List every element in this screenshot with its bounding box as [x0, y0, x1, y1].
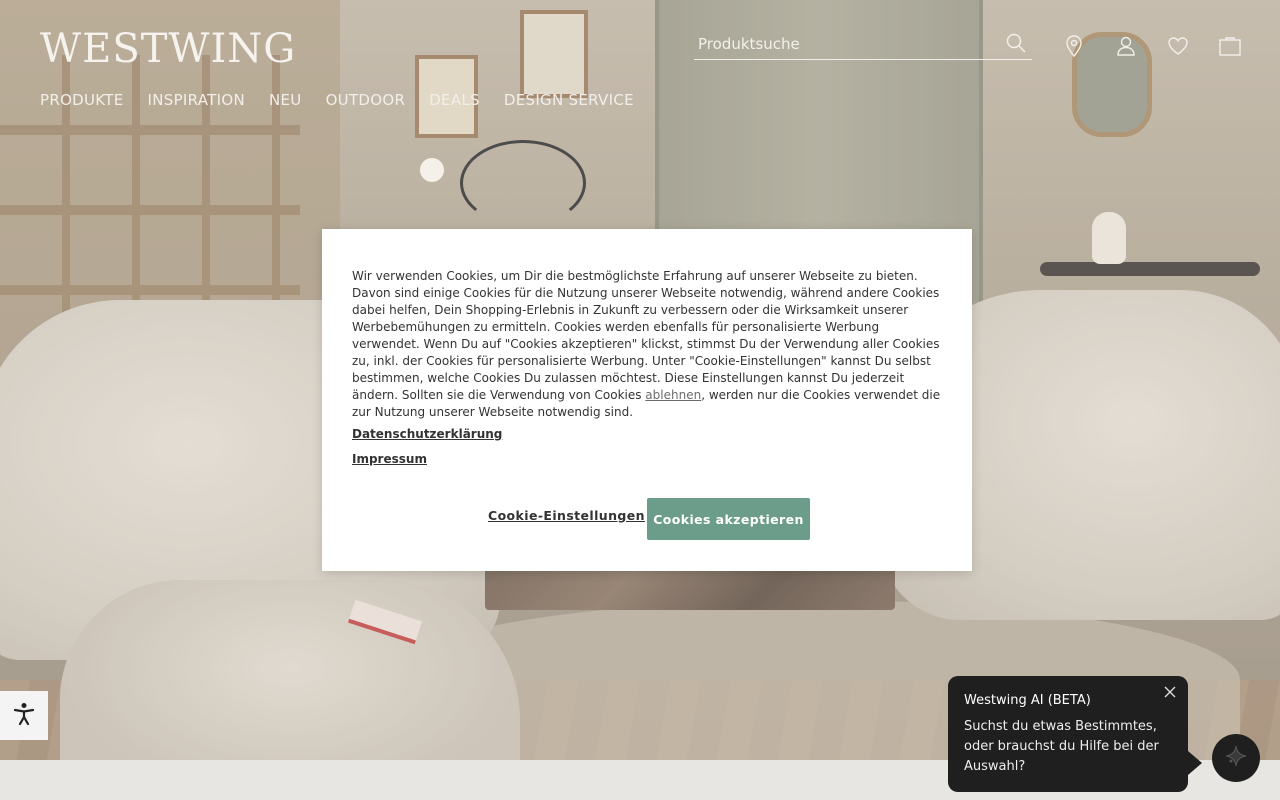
nav-item-outdoor[interactable]: OUTDOOR — [326, 90, 406, 110]
location-icon[interactable] — [1062, 34, 1086, 58]
heart-icon[interactable] — [1166, 34, 1190, 58]
search-input[interactable] — [696, 32, 990, 56]
cookie-text-part-1: Wir verwenden Cookies, um Dir die bestmö… — [352, 269, 940, 402]
nav-item-design-service[interactable]: DESIGN SERVICE — [504, 90, 634, 110]
ai-assistant-title: Westwing AI (BETA) — [964, 693, 1091, 708]
privacy-policy-link[interactable]: Datenschutzerklärung — [352, 427, 502, 441]
ai-assistant-button[interactable] — [1212, 734, 1260, 782]
nav-item-produkte[interactable]: PRODUKTE — [40, 90, 124, 110]
search-icon[interactable] — [1006, 33, 1026, 57]
nav-item-deals[interactable]: DEALS — [429, 90, 480, 110]
nav-item-neu[interactable]: NEU — [269, 90, 302, 110]
accessibility-icon — [13, 702, 35, 730]
user-icon[interactable] — [1114, 34, 1138, 58]
main-nav: PRODUKTE INSPIRATION NEU OUTDOOR DEALS D… — [40, 90, 634, 110]
close-icon[interactable] — [1162, 684, 1178, 700]
sparkle-icon — [1225, 745, 1247, 771]
brand-logo[interactable]: WESTWING — [40, 27, 296, 71]
accessibility-button[interactable] — [0, 691, 48, 740]
bag-icon[interactable] — [1218, 34, 1242, 58]
cookie-settings-button[interactable]: Cookie-Einstellungen — [488, 508, 645, 523]
cookie-text: Wir verwenden Cookies, um Dir die bestmö… — [352, 268, 942, 421]
imprint-link[interactable]: Impressum — [352, 452, 427, 466]
ai-assistant-popup: Westwing AI (BETA) Suchst du etwas Besti… — [948, 676, 1202, 792]
accept-cookies-button[interactable]: Cookies akzeptieren — [647, 498, 810, 540]
cookie-dialog: Wir verwenden Cookies, um Dir die bestmö… — [322, 229, 972, 571]
nav-item-inspiration[interactable]: INSPIRATION — [148, 90, 245, 110]
search-bar — [694, 28, 1032, 60]
reject-cookies-link[interactable]: ablehnen — [645, 388, 701, 402]
ai-assistant-message: Suchst du etwas Bestimmtes, oder brauchs… — [964, 719, 1159, 774]
